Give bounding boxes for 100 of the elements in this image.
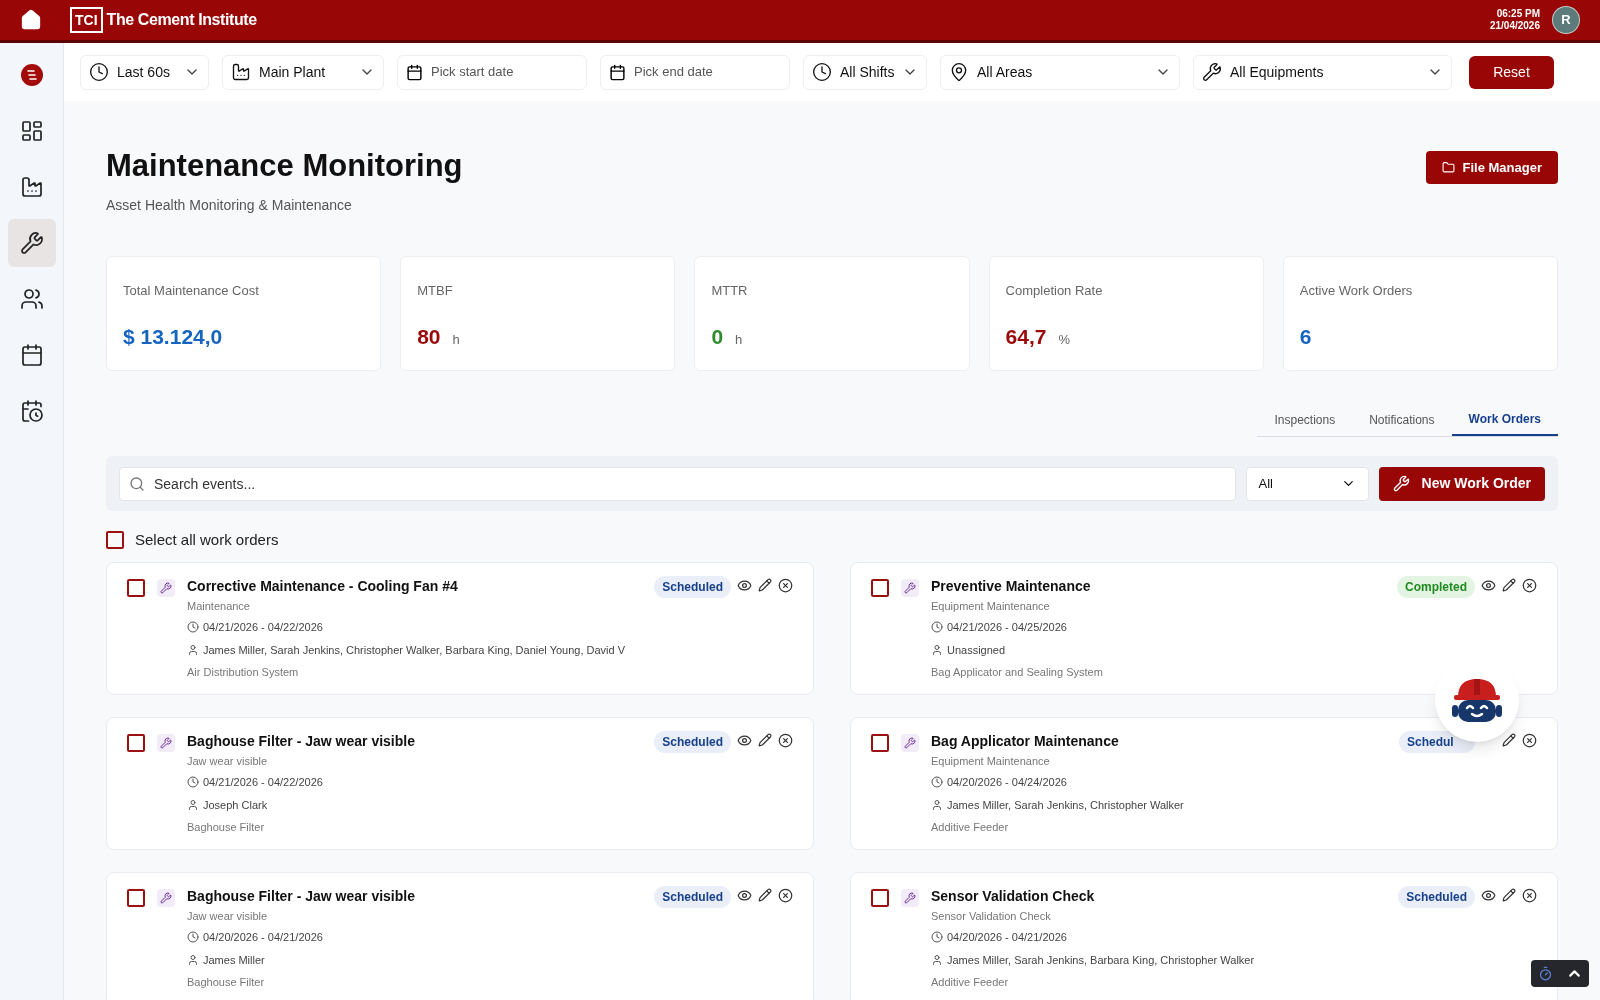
checkbox[interactable]	[127, 733, 145, 752]
kpi-value: 80	[417, 323, 441, 350]
checkbox[interactable]	[127, 888, 145, 907]
edit-icon[interactable]	[758, 887, 772, 902]
work-order-type: Jaw wear visible	[187, 753, 269, 769]
file-manager-button[interactable]: File Manager	[1425, 151, 1558, 184]
location: Additive Feeder	[931, 975, 1010, 990]
checkbox[interactable]	[871, 733, 889, 752]
work-order-type: Maintenance	[187, 598, 251, 614]
clock-icon	[187, 776, 199, 789]
kpi-unit: h	[735, 330, 743, 349]
checkbox[interactable]	[127, 578, 145, 597]
view-icon[interactable]	[1481, 577, 1496, 593]
wrench-icon	[1202, 62, 1222, 82]
edit-icon[interactable]	[1502, 732, 1516, 747]
reset-button[interactable]: Reset	[1469, 55, 1554, 89]
work-order-type: Jaw wear visible	[187, 908, 269, 924]
filter-dropdown[interactable]: Last 60s	[80, 54, 209, 90]
filter-dropdown[interactable]: All Equipments	[1193, 54, 1452, 90]
status-badge: Scheduled	[654, 575, 731, 598]
filter-dropdown[interactable]: All Shifts	[803, 54, 927, 90]
kpi-value: $ 13.124,0	[123, 323, 223, 350]
kpi-label: Total Maintenance Cost	[123, 282, 260, 300]
clock-icon	[931, 621, 943, 634]
clock-icon	[187, 931, 199, 944]
view-icon[interactable]	[737, 732, 752, 748]
calendar-icon	[19, 343, 44, 367]
filter-dropdown[interactable]: Main Plant	[222, 54, 384, 90]
calendar-icon	[609, 63, 626, 81]
edit-icon[interactable]	[1502, 577, 1516, 592]
tab[interactable]: Inspections	[1257, 403, 1353, 436]
stopwatch-icon[interactable]	[1537, 966, 1553, 981]
close-icon[interactable]	[1522, 732, 1537, 748]
user-icon	[931, 798, 943, 811]
close-icon[interactable]	[1522, 577, 1537, 593]
user-icon	[187, 953, 199, 966]
date-picker-field[interactable]: Pick start date	[397, 54, 587, 90]
page-subtitle: Asset Health Monitoring & Maintenance	[106, 196, 353, 215]
calendar-clock-icon	[19, 399, 44, 423]
work-order-type: Equipment Maintenance	[931, 598, 1051, 614]
kpi-label: Completion Rate	[1005, 282, 1104, 300]
kpi-label: MTBF	[417, 282, 454, 300]
assignees: James Miller	[203, 952, 265, 968]
kpi-label: MTTR	[711, 282, 749, 300]
checkbox[interactable]	[871, 888, 889, 907]
work-order-title: Sensor Validation Check	[931, 886, 1096, 906]
status-dropdown[interactable]: All	[1245, 466, 1369, 501]
filter-dropdown[interactable]: All Areas	[940, 54, 1180, 90]
status-badge: Completed	[1397, 575, 1475, 598]
status-badge: Scheduled	[654, 730, 731, 753]
sidebar-item[interactable]	[7, 219, 56, 267]
work-order-title: Baghouse Filter - Jaw wear visible	[187, 886, 416, 906]
assignees: Unassigned	[947, 642, 1006, 658]
user-icon	[187, 798, 199, 811]
page-title: Maintenance Monitoring	[106, 147, 463, 185]
edit-icon[interactable]	[1502, 887, 1516, 902]
location: Air Distribution System	[187, 665, 300, 680]
close-icon[interactable]	[778, 577, 793, 593]
home-icon[interactable]	[20, 9, 42, 31]
clock-icon	[931, 931, 943, 944]
work-order-title: Corrective Maintenance - Cooling Fan #4	[187, 576, 459, 596]
status-badge: Scheduled	[654, 885, 731, 908]
assignees: James Miller, Sarah Jenkins, Christopher Walker, Barbara King, Daniel Young, David V	[203, 642, 626, 658]
date-range: 04/20/2026 - 04/21/2026	[947, 930, 1067, 945]
kpi-unit: h	[452, 330, 460, 349]
tab[interactable]: Notifications	[1352, 403, 1452, 436]
clock-icon	[931, 776, 943, 789]
wrench-icon	[157, 578, 175, 597]
date-range: 04/21/2026 - 04/25/2026	[947, 620, 1067, 635]
clock-time: 06:25 PM	[1496, 8, 1540, 20]
close-icon[interactable]	[1522, 887, 1537, 903]
edit-icon[interactable]	[758, 732, 772, 747]
clock-icon	[812, 62, 832, 82]
logo-mark: TCI	[70, 7, 103, 33]
close-icon[interactable]	[778, 732, 793, 748]
assignees: Joseph Clark	[203, 797, 268, 813]
kpi-value: 0	[711, 323, 724, 350]
user-icon	[931, 953, 943, 966]
user-icon	[931, 643, 943, 656]
view-icon[interactable]	[737, 577, 752, 593]
edit-icon[interactable]	[758, 577, 772, 592]
search-field[interactable]: Search events...	[119, 466, 1236, 501]
user-icon	[187, 643, 199, 656]
view-icon[interactable]	[1481, 887, 1496, 903]
close-icon[interactable]	[778, 887, 793, 903]
wrench-icon	[157, 733, 175, 752]
location: Baghouse Filter	[187, 975, 266, 990]
checkbox[interactable]	[106, 531, 124, 550]
user-avatar[interactable]: R	[1552, 6, 1580, 34]
view-icon[interactable]	[737, 887, 752, 903]
checkbox[interactable]	[871, 578, 889, 597]
new-work-order-button[interactable]: New Work Order	[1378, 466, 1545, 501]
date-picker-field[interactable]: Pick end date	[600, 54, 790, 90]
location: Bag Applicator and Sealing System	[931, 665, 1104, 680]
date-range: 04/20/2026 - 04/21/2026	[203, 930, 323, 945]
calendar-icon	[406, 63, 423, 81]
dashboard-icon	[19, 119, 44, 143]
tab[interactable]: Work Orders	[1451, 403, 1558, 436]
wrench-icon	[19, 231, 44, 255]
clock-date: 21/04/2026	[1489, 20, 1540, 32]
